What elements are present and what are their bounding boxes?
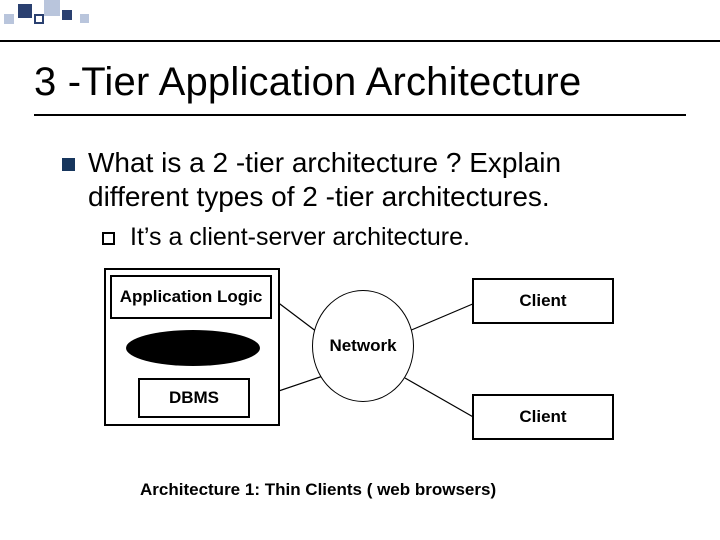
slide-title: 3 -Tier Application Architecture bbox=[34, 60, 581, 105]
architecture-diagram: Application Logic DBMS Network Client Cl… bbox=[80, 268, 640, 468]
app-logic-box: Application Logic bbox=[110, 275, 272, 319]
sub-bullet-text: It’s a client-server architecture. bbox=[130, 223, 470, 252]
app-logic-label: Application Logic bbox=[120, 287, 263, 307]
network-ellipse: Network bbox=[312, 290, 414, 402]
title-rule bbox=[34, 114, 686, 116]
client-box-1: Client bbox=[472, 278, 614, 324]
dbms-label: DBMS bbox=[169, 388, 219, 408]
bullet-text: What is a 2 -tier architecture ? Explain… bbox=[88, 146, 668, 214]
sub-bullet-icon bbox=[102, 232, 115, 245]
dbms-box: DBMS bbox=[138, 378, 250, 418]
diagram-caption: Architecture 1: Thin Clients ( web brows… bbox=[140, 480, 496, 500]
network-label: Network bbox=[329, 336, 396, 356]
client-1-label: Client bbox=[519, 291, 566, 311]
top-rule bbox=[0, 40, 720, 42]
client-box-2: Client bbox=[472, 394, 614, 440]
slide-deco bbox=[0, 0, 120, 40]
client-2-label: Client bbox=[519, 407, 566, 427]
database-icon bbox=[126, 330, 260, 366]
bullet-icon bbox=[62, 158, 75, 171]
